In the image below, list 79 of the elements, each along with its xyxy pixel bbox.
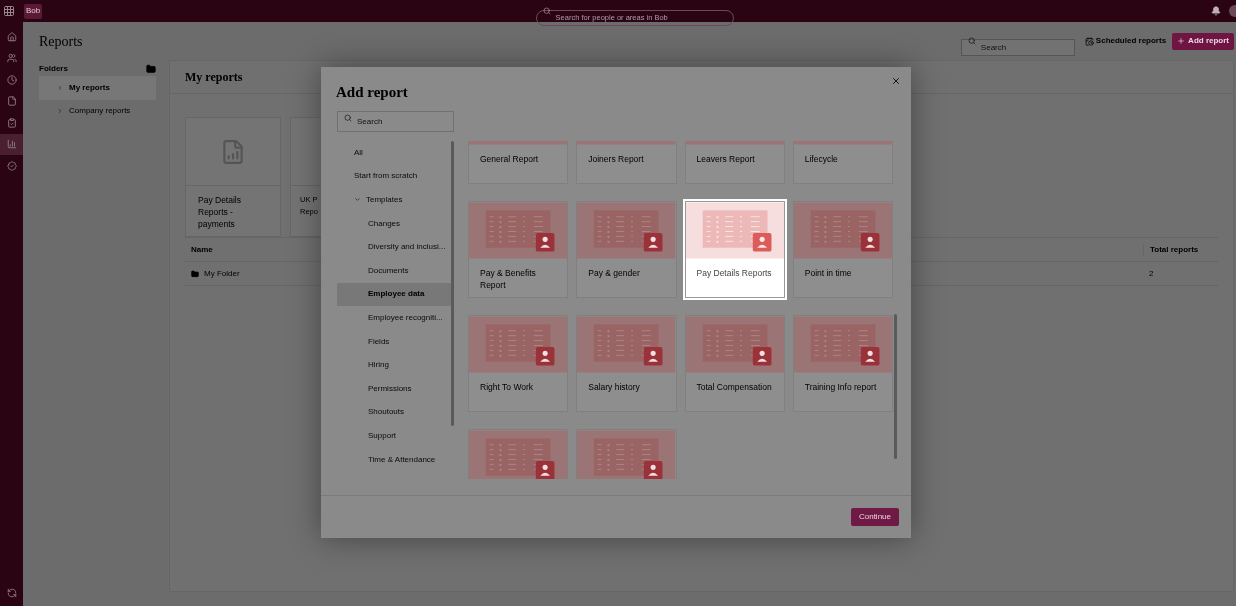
template-title: Pay & gender <box>587 267 641 279</box>
category-item[interactable]: All <box>337 141 451 165</box>
expand-caret-icon <box>57 84 63 91</box>
template-card[interactable]: Pay Details Reports <box>684 201 785 298</box>
template-search-field[interactable]: Search <box>337 111 454 132</box>
badge-icon <box>6 160 17 171</box>
category-item[interactable]: Support <box>337 424 451 448</box>
template-card[interactable]: Salary history <box>576 315 677 412</box>
template-card[interactable]: Lifecycle <box>792 141 893 184</box>
category-item[interactable]: Changes <box>337 211 451 236</box>
folder-icon <box>191 269 199 278</box>
category-item[interactable]: Employee recogniti... <box>337 306 451 330</box>
category-item[interactable]: Hiring <box>337 353 451 377</box>
card-title-line: Pay Details <box>198 194 241 206</box>
folder-item[interactable]: Company reports <box>39 99 156 123</box>
template-card[interactable]: Total Compensation <box>684 315 785 412</box>
card-title-line: payments <box>198 218 235 230</box>
scheduled-reports-button[interactable]: Scheduled reports <box>1084 35 1167 47</box>
table-cell-text: 2 <box>1148 267 1155 280</box>
people-icon <box>6 53 17 64</box>
template-title: Training Info report <box>803 381 878 393</box>
notifications-icon[interactable] <box>1211 6 1221 16</box>
reports-search-field[interactable]: Search <box>960 38 1075 56</box>
template-card[interactable]: Right To Work <box>468 315 569 412</box>
report-card[interactable]: Pay Details Reports - payments <box>185 117 281 237</box>
logo[interactable]: Bob <box>24 3 43 19</box>
card-title-line: Reports - <box>198 206 233 218</box>
continue-button[interactable]: Continue <box>850 508 899 526</box>
template-title: Salary history <box>587 381 641 393</box>
template-title: Joiners Report <box>587 153 645 165</box>
template-title: Point in time <box>803 267 853 279</box>
search-icon <box>542 7 551 15</box>
plus-icon <box>1177 37 1186 45</box>
nav-rail-item[interactable] <box>0 133 23 155</box>
column-header: Total reports <box>1143 243 1218 256</box>
template-title: Leavers Report <box>695 153 756 165</box>
template-card[interactable]: Pay & gender <box>576 201 677 298</box>
document-icon <box>6 96 17 107</box>
home-icon <box>6 31 17 42</box>
template-card[interactable]: Training Info report <box>792 315 893 412</box>
dialog-title: Add report <box>336 83 408 102</box>
close-icon[interactable] <box>891 76 901 86</box>
template-title: Pay Details Reports <box>695 267 773 279</box>
add-folder-icon[interactable] <box>146 64 156 74</box>
template-card[interactable]: Point in time <box>792 201 893 298</box>
template-title: Total Compensation <box>695 381 773 393</box>
apps-menu-icon[interactable] <box>3 5 15 17</box>
category-item[interactable]: Time & Attendance <box>337 447 451 472</box>
category-item[interactable]: Documents <box>337 258 451 283</box>
category-item[interactable]: Templates <box>337 188 451 212</box>
scrollbar[interactable] <box>451 141 454 426</box>
template-card[interactable]: Leavers Report <box>684 141 785 184</box>
template-title: General Report <box>479 153 540 165</box>
clock-icon <box>6 74 17 85</box>
folders-heading: Folders <box>39 63 68 75</box>
template-title: Lifecycle <box>803 153 839 165</box>
calendar-icon <box>1084 36 1094 46</box>
folder-item[interactable]: My reports <box>39 76 156 100</box>
template-title: Pay & Benefits Report <box>479 267 537 291</box>
refresh-icon[interactable] <box>6 588 17 598</box>
category-item[interactable]: Start from scratch <box>337 164 451 189</box>
category-item[interactable]: Diversity and inclusi... <box>337 235 451 259</box>
bar-chart-icon <box>6 139 17 150</box>
category-item[interactable]: Employee data <box>337 282 451 307</box>
category-item[interactable]: Shoutouts <box>337 400 451 425</box>
template-title: Right To Work <box>479 381 535 393</box>
clipboard-icon <box>6 117 17 128</box>
expand-caret-icon <box>57 108 63 115</box>
category-item[interactable]: Fields <box>337 329 451 354</box>
section-title: My reports <box>185 69 243 86</box>
template-card[interactable]: General Report <box>468 141 569 184</box>
page-title: Reports <box>39 32 84 51</box>
table-cell[interactable]: My Folder <box>204 267 240 280</box>
column-header: Name <box>190 243 213 256</box>
template-card[interactable]: Pay & Benefits Report <box>468 201 569 298</box>
scrollbar[interactable] <box>894 314 897 459</box>
template-card[interactable]: Joiners Report <box>576 141 677 184</box>
category-item[interactable]: Permissions <box>337 376 451 401</box>
add-report-button[interactable]: Add report <box>1172 32 1234 50</box>
